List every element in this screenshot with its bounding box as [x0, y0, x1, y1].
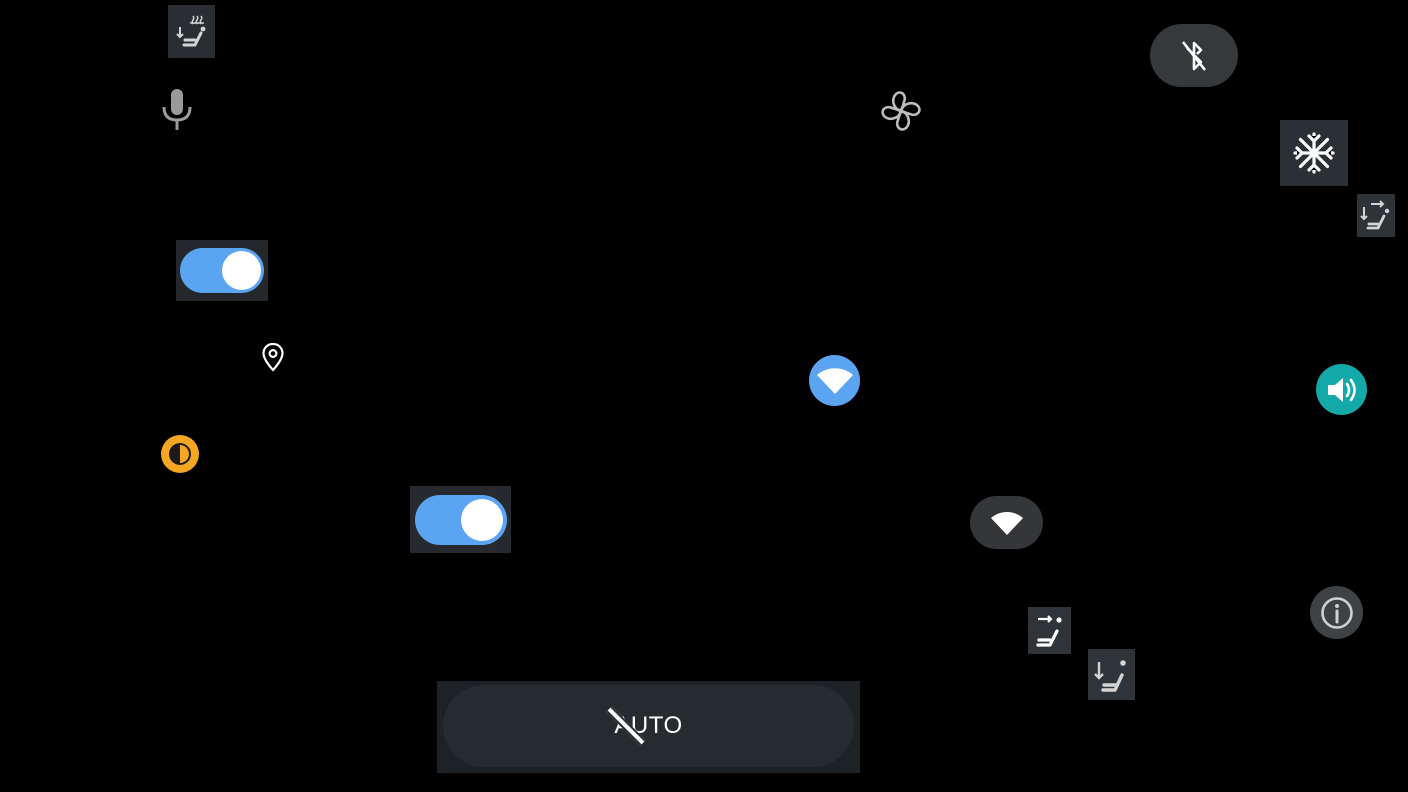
wifi-pill-button[interactable] — [970, 496, 1043, 549]
seat-airflow-icon — [1360, 199, 1390, 229]
fan-button[interactable] — [877, 87, 925, 135]
seat-heat-icon — [175, 15, 205, 46]
brightness-button[interactable] — [160, 434, 200, 474]
toggle-thumb — [460, 498, 503, 541]
info-icon — [1320, 596, 1353, 629]
fan-icon — [881, 91, 921, 131]
volume-button[interactable] — [1316, 364, 1367, 415]
toggle-track — [414, 494, 507, 545]
toggle-thumb — [222, 251, 261, 290]
seat-airflow-face-button[interactable] — [1028, 607, 1071, 654]
auto-climate-button[interactable]: AUTO — [437, 681, 860, 773]
auto-label-wrap: AUTO — [606, 706, 682, 746]
seat-airflow-feet-button[interactable] — [1088, 649, 1135, 700]
auto-button-surface: AUTO — [443, 685, 854, 767]
bluetooth-off-icon — [1181, 40, 1207, 71]
wifi-icon — [816, 367, 853, 394]
seat-airflow-face-icon — [1035, 614, 1062, 647]
microphone-icon — [162, 89, 192, 130]
ac-snowflake-icon — [1293, 132, 1335, 174]
toggle-track — [180, 248, 264, 293]
hvac-control-screen: AUTO — [0, 0, 1408, 792]
seat-airflow-feet-icon — [1093, 659, 1126, 692]
seat-heat-button[interactable] — [168, 5, 215, 58]
toggle-switch-two[interactable] — [410, 486, 511, 553]
wifi-button[interactable] — [809, 355, 860, 406]
brightness-icon — [161, 435, 199, 473]
wifi-icon — [990, 511, 1023, 535]
info-button[interactable] — [1310, 586, 1363, 639]
ac-button[interactable] — [1280, 120, 1348, 186]
bluetooth-toggle-button[interactable] — [1150, 24, 1238, 87]
seat-airflow-button[interactable] — [1357, 194, 1395, 237]
location-pin-icon — [262, 342, 284, 372]
volume-icon — [1327, 377, 1356, 402]
microphone-button[interactable] — [160, 88, 194, 132]
toggle-switch-one[interactable] — [176, 240, 268, 301]
location-button[interactable] — [261, 342, 285, 372]
